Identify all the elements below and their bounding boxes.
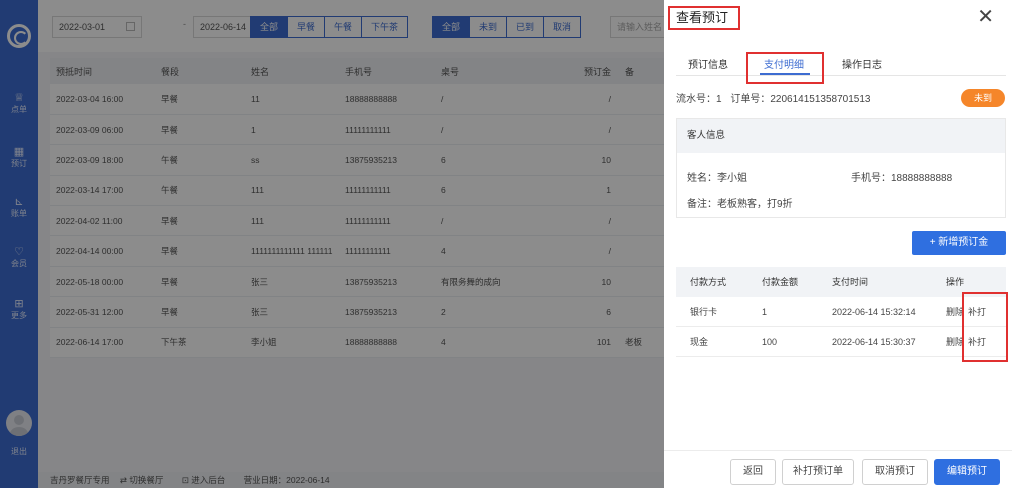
payment-time: 2022-06-14 15:30:37 <box>832 337 916 347</box>
back-button[interactable]: 返回 <box>730 459 776 485</box>
remark-label: 备注： <box>687 199 717 210</box>
payment-table: 付款方式 付款金额 支付时间 操作 银行卡 1 2022-06-14 15:32… <box>676 267 1006 357</box>
order-label: 订单号： <box>730 94 771 105</box>
payment-amount: 1 <box>762 307 768 317</box>
guest-name: 姓名：李小姐 <box>687 169 747 184</box>
phone-value: 18888888888 <box>891 173 953 184</box>
col-header: 付款金额 <box>762 277 799 287</box>
reprint-booking-button[interactable]: 补打预订单 <box>782 459 854 485</box>
highlight-box <box>746 52 824 84</box>
payment-row: 现金 100 2022-06-14 15:30:37 删除 补打 <box>676 327 1006 357</box>
modal-backdrop[interactable] <box>0 0 664 488</box>
serial-value: 1 <box>716 94 722 105</box>
drawer-title: 查看预订 <box>668 6 740 30</box>
payment-row: 银行卡 1 2022-06-14 15:32:14 删除 补打 <box>676 297 1006 327</box>
payment-amount: 100 <box>762 337 778 347</box>
status-badge: 未到 <box>961 89 1005 107</box>
order-info: 流水号：1 订单号：220614151358701513 <box>676 90 876 105</box>
tab-booking-info[interactable]: 预订信息 <box>688 56 728 71</box>
col-header: 付款方式 <box>690 277 727 287</box>
phone-label: 手机号： <box>851 173 891 184</box>
guest-remark: 备注：老板熟客，打9折 <box>687 195 793 210</box>
highlight-box <box>962 292 1008 362</box>
guest-info-header: 客人信息 <box>677 119 1005 153</box>
view-booking-drawer: 查看预订 ✕ 预订信息 支付明细 操作日志 流水号：1 订单号：22061415… <box>664 0 1012 488</box>
edit-booking-button[interactable]: 编辑预订 <box>934 459 1000 485</box>
payment-method: 现金 <box>690 337 709 347</box>
serial-label: 流水号： <box>676 94 716 105</box>
guest-info-card: 客人信息 姓名：李小姐 手机号：18888888888 备注：老板熟客，打9折 <box>676 118 1006 218</box>
close-icon[interactable]: ✕ <box>977 6 994 28</box>
col-header: 支付时间 <box>832 277 869 287</box>
drawer-footer: 返回 补打预订单 取消预订 编辑预订 <box>664 450 1012 488</box>
guest-phone: 手机号：18888888888 <box>851 169 952 184</box>
order-value: 220614151358701513 <box>770 94 871 105</box>
name-value: 李小姐 <box>717 173 747 184</box>
drawer-tabs: 预订信息 支付明细 操作日志 <box>676 52 1006 76</box>
name-label: 姓名： <box>687 173 717 184</box>
cancel-booking-button[interactable]: 取消预订 <box>862 459 928 485</box>
payment-time: 2022-06-14 15:32:14 <box>832 307 916 317</box>
remark-value: 老板熟客，打9折 <box>717 199 793 210</box>
add-deposit-button[interactable]: + 新增预订金 <box>912 231 1006 255</box>
tab-operation-log[interactable]: 操作日志 <box>842 56 882 71</box>
payment-header-row: 付款方式 付款金额 支付时间 操作 <box>676 267 1006 297</box>
payment-method: 银行卡 <box>690 307 718 317</box>
